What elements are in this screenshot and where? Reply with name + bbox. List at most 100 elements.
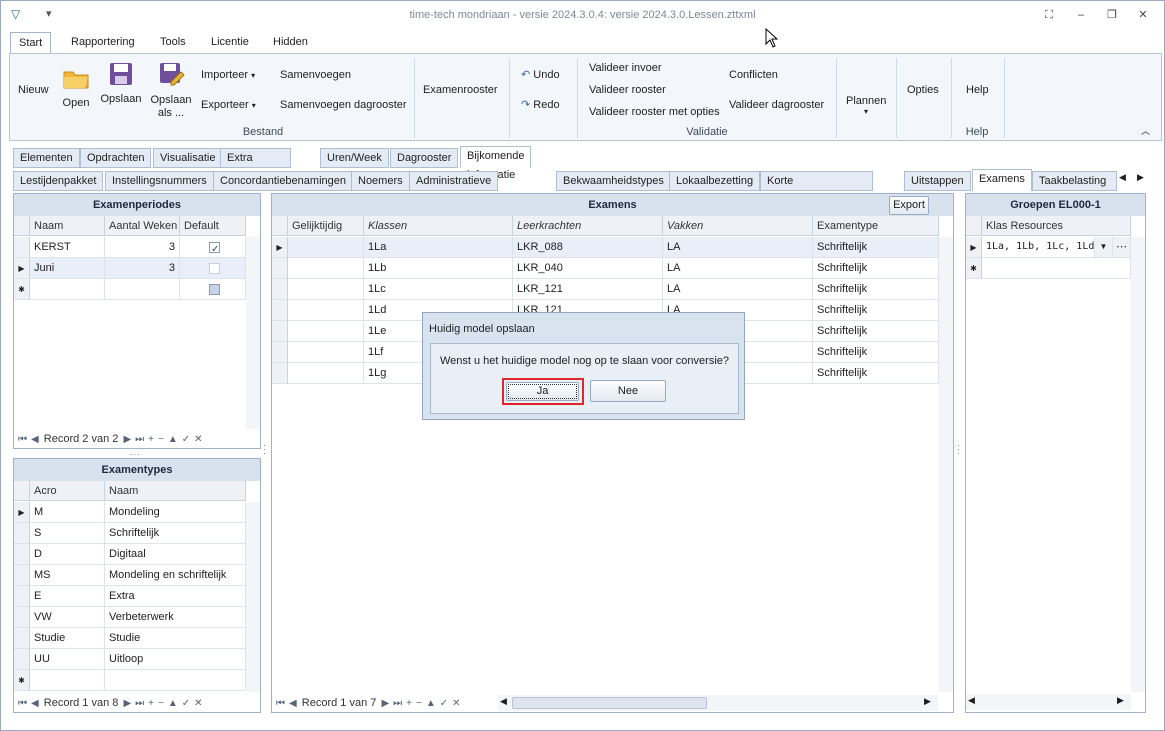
last-record-icon[interactable]: ⏭ <box>135 698 144 709</box>
tab-extra-spreidingen[interactable]: Extra spreidingen <box>220 148 291 183</box>
header-gelijktijdig[interactable]: Gelijktijdig <box>288 216 364 236</box>
cell-gelijktijdig[interactable] <box>288 363 364 384</box>
cell-naam[interactable]: Mondeling en schriftelijk <box>105 565 246 586</box>
cell-default[interactable] <box>180 279 246 300</box>
first-record-icon[interactable]: ⏮ <box>18 434 27 445</box>
cell-acro[interactable]: S <box>30 523 105 544</box>
last-record-icon[interactable]: ⏭ <box>135 434 144 445</box>
examenrooster-button[interactable]: Examenrooster <box>423 84 498 96</box>
header-naam[interactable]: Naam <box>105 481 246 501</box>
cell-gelijktijdig[interactable] <box>288 237 364 258</box>
tab-scroll-left-icon[interactable]: ◀ <box>1119 172 1126 183</box>
header-acro[interactable]: Acro <box>30 481 105 501</box>
cell-acro[interactable]: E <box>30 586 105 607</box>
cell-examentype[interactable]: Schriftelijk <box>813 279 939 300</box>
first-record-icon[interactable]: ⏮ <box>276 698 285 709</box>
delete-record-icon[interactable]: − <box>158 434 164 445</box>
cell-weken[interactable]: 3 <box>105 237 180 258</box>
header-aantal-weken[interactable]: Aantal Weken <box>105 216 180 236</box>
valideer-rooster-opties-button[interactable]: Valideer rooster met opties <box>589 106 720 118</box>
tab-start[interactable]: Start <box>10 32 52 54</box>
undo-button[interactable]: ↶ Undo <box>521 68 560 81</box>
scroll-thumb[interactable] <box>512 697 707 709</box>
cell-weken[interactable]: 3 <box>105 258 180 279</box>
delete-record-icon[interactable]: − <box>158 698 164 709</box>
samenvoegen-dagrooster-button[interactable]: Samenvoegen dagrooster <box>280 99 407 111</box>
ja-button[interactable]: Ja <box>506 382 579 401</box>
horizontal-scrollbar[interactable]: ◀ ▶ <box>966 694 1131 710</box>
cell-acro[interactable]: MS <box>30 565 105 586</box>
tab-korte-termijnvervangingen[interactable]: Korte termijnvervangingen <box>760 171 874 206</box>
cell-klassen[interactable]: 1Lc <box>364 279 513 300</box>
cell-gelijktijdig[interactable] <box>288 258 364 279</box>
add-record-icon[interactable]: + <box>406 698 412 709</box>
scroll-left-icon[interactable]: ◀ <box>500 696 507 707</box>
conflicten-button[interactable]: Conflicten <box>729 69 778 81</box>
next-record-icon[interactable]: ▶ <box>123 698 131 709</box>
tab-bekwaamheidstypes[interactable]: Bekwaamheidstypes <box>556 171 671 191</box>
cell-vakken[interactable]: LA <box>663 237 813 258</box>
cancel-record-icon[interactable]: ✕ <box>452 698 460 709</box>
tab-scroll-right-icon[interactable]: ▶ <box>1137 172 1144 183</box>
vertical-scrollbar[interactable] <box>1131 237 1145 692</box>
header-leerkrachten[interactable]: Leerkrachten <box>513 216 663 236</box>
edit-record-icon[interactable]: ▲ <box>426 698 436 709</box>
cell-naam[interactable]: Studie <box>105 628 246 649</box>
cell-naam[interactable]: Juni <box>30 258 105 279</box>
cell-acro[interactable] <box>30 670 105 691</box>
prev-record-icon[interactable]: ◀ <box>31 434 39 445</box>
tab-uitstappen[interactable]: Uitstappen <box>904 171 971 191</box>
opties-button[interactable]: Opties <box>907 84 939 96</box>
valideer-invoer-button[interactable]: Valideer invoer <box>589 62 662 74</box>
cell-examentype[interactable]: Schriftelijk <box>813 342 939 363</box>
cell-vakken[interactable]: LA <box>663 258 813 279</box>
cell-examentype[interactable]: Schriftelijk <box>813 321 939 342</box>
cell-leerkrachten[interactable]: LKR_121 <box>513 279 663 300</box>
open-button[interactable]: Open <box>60 64 92 109</box>
cell-weken[interactable] <box>105 279 180 300</box>
cell-examentype[interactable]: Schriftelijk <box>813 258 939 279</box>
default-checkbox[interactable] <box>209 262 220 274</box>
prev-record-icon[interactable]: ◀ <box>31 698 39 709</box>
last-record-icon[interactable]: ⏭ <box>393 698 402 709</box>
nieuw-button[interactable]: Nieuw <box>18 84 49 96</box>
cell-acro[interactable]: D <box>30 544 105 565</box>
tab-dagrooster[interactable]: Dagrooster <box>390 148 459 168</box>
cell-klas-resources[interactable] <box>982 258 1131 279</box>
cell-gelijktijdig[interactable] <box>288 279 364 300</box>
tab-taakbelasting[interactable]: Taakbelasting E <box>1032 171 1117 191</box>
vertical-scrollbar[interactable] <box>246 237 260 429</box>
save-record-icon[interactable]: ✓ <box>182 698 190 709</box>
cell-klassen[interactable]: 1La <box>364 237 513 258</box>
edit-record-icon[interactable]: ▲ <box>168 434 178 445</box>
header-klas-resources[interactable]: Klas Resources <box>982 216 1131 236</box>
cell-acro[interactable]: VW <box>30 607 105 628</box>
nee-button[interactable]: Nee <box>590 380 666 402</box>
header-klassen[interactable]: Klassen <box>364 216 513 236</box>
dropdown-arrow-icon[interactable]: ▼ <box>1095 237 1113 258</box>
cell-acro[interactable]: Studie <box>30 628 105 649</box>
cell-examentype[interactable]: Schriftelijk <box>813 237 939 258</box>
first-record-icon[interactable]: ⏮ <box>18 698 27 709</box>
exporteer-menu[interactable]: Exporteer ▾ <box>201 99 256 111</box>
header-examentype[interactable]: Examentype <box>813 216 939 236</box>
fullscreen-icon[interactable]: ⛶ <box>1038 6 1060 24</box>
cell-gelijktijdig[interactable] <box>288 321 364 342</box>
cell-default[interactable] <box>180 258 246 279</box>
save-record-icon[interactable]: ✓ <box>440 698 448 709</box>
redo-button[interactable]: ↷ Redo <box>521 98 560 111</box>
opslaan-button[interactable]: Opslaan <box>100 60 142 105</box>
default-checkbox[interactable] <box>209 240 220 257</box>
cell-leerkrachten[interactable]: LKR_040 <box>513 258 663 279</box>
tab-visualisatie[interactable]: Visualisatie <box>153 148 223 168</box>
tab-concordantiebenamingen[interactable]: Concordantiebenamingen <box>213 171 353 191</box>
tab-rapportering[interactable]: Rapportering <box>63 32 143 53</box>
cell-klas-resources[interactable]: 1La, 1Lb, 1Lc, 1Ld, 1 <box>982 237 1095 258</box>
cell-vakken[interactable]: LA <box>663 279 813 300</box>
cell-naam[interactable]: Verbeterwerk <box>105 607 246 628</box>
samenvoegen-button[interactable]: Samenvoegen <box>280 69 351 81</box>
cell-acro[interactable]: M <box>30 502 105 523</box>
delete-record-icon[interactable]: − <box>416 698 422 709</box>
cell-naam[interactable] <box>30 279 105 300</box>
cell-klassen[interactable]: 1Lb <box>364 258 513 279</box>
